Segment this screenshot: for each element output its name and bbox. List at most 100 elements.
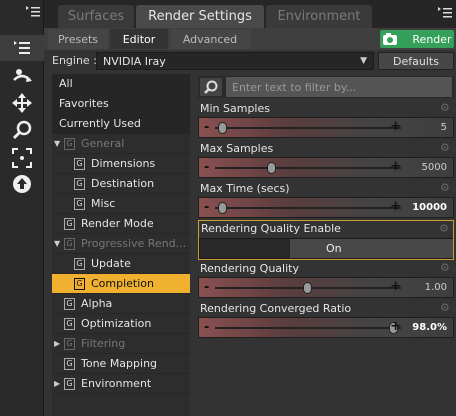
rotate-tool-icon[interactable] (10, 64, 34, 88)
max-samples-slider[interactable]: - + 5000 (198, 157, 454, 178)
tree-item[interactable]: ▼ G General (52, 134, 190, 154)
group-icon: G (64, 217, 75, 230)
engine-row: Engine : NVIDIA Iray ▼ Defaults (44, 50, 456, 72)
tab-editor[interactable]: Editor (110, 29, 168, 49)
increment-icon[interactable]: + (390, 119, 401, 134)
filter-input[interactable] (226, 77, 452, 97)
tab-environment[interactable]: Environment (266, 5, 372, 28)
camera-icon (383, 33, 398, 45)
tree-item[interactable]: G Dimensions (52, 154, 190, 174)
render-button-label: Render (412, 32, 452, 46)
expand-arrow-icon[interactable]: ▼ (54, 139, 64, 148)
max-time-slider[interactable]: - + 10000 (198, 197, 454, 218)
toolbar-menu-icon[interactable] (26, 6, 40, 18)
tree-item[interactable]: ▶ G Filtering (52, 334, 190, 354)
panel-menu-icon[interactable] (438, 7, 452, 22)
gear-icon[interactable]: ⚙ (440, 141, 452, 154)
tree-item-label: General (81, 137, 125, 150)
slider-value[interactable]: 5000 (422, 162, 447, 173)
toggle-on-state[interactable]: On (290, 239, 453, 258)
tree-item[interactable]: G Destination (52, 174, 190, 194)
tree-item-label: Destination (91, 177, 155, 190)
group-icon: G (64, 377, 75, 390)
increment-icon[interactable]: + (390, 199, 401, 214)
tree-item[interactable]: Favorites (52, 94, 190, 114)
decrement-icon[interactable]: - (204, 200, 209, 215)
slider-track (215, 327, 401, 329)
tab-advanced[interactable]: Advanced (170, 29, 250, 49)
slider-value[interactable]: 5 (441, 122, 447, 133)
gear-icon[interactable]: ⚙ (440, 101, 452, 114)
defaults-button[interactable]: Defaults (378, 52, 454, 70)
collapse-arrow-icon[interactable]: ▶ (54, 339, 64, 348)
tree-item[interactable]: G Completion (52, 274, 190, 294)
min-samples-slider[interactable]: - + 5 (198, 117, 454, 138)
group-icon: G (74, 177, 85, 190)
slider-knob[interactable] (267, 162, 276, 174)
panel-list-icon[interactable] (10, 36, 34, 60)
gear-icon[interactable]: ⚙ (440, 301, 452, 314)
property-list: Min Samples ⚙ - + 5 Max Samples ⚙ - + (196, 74, 454, 416)
converged-ratio-slider[interactable]: - + 98.0% (198, 317, 454, 338)
prop-quality-enable: Rendering Quality Enable ⚙ On (198, 220, 454, 260)
tree-item-label: Environment (81, 377, 152, 390)
increment-icon[interactable]: + (390, 319, 401, 334)
slider-knob[interactable] (218, 202, 228, 214)
tree-item[interactable]: G Tone Mapping (52, 354, 190, 374)
tab-presets[interactable]: Presets (48, 29, 108, 49)
collapse-arrow-icon[interactable]: ▶ (54, 379, 64, 388)
tab-surfaces[interactable]: Surfaces (58, 5, 134, 28)
zoom-tool-icon[interactable] (10, 118, 34, 142)
upload-arrow-icon[interactable] (10, 172, 34, 196)
increment-icon[interactable]: + (390, 159, 401, 174)
tree-item[interactable]: All (52, 74, 190, 94)
decrement-icon[interactable]: - (204, 320, 209, 335)
tree-item[interactable]: G Optimization (52, 314, 190, 334)
gear-icon[interactable]: ⚙ (439, 222, 451, 235)
tree-item[interactable]: G Misc (52, 194, 190, 214)
render-button[interactable]: Render (380, 30, 454, 48)
slider-knob[interactable] (303, 282, 312, 294)
group-icon: G (64, 297, 75, 310)
engine-value: NVIDIA Iray (103, 54, 166, 68)
prop-label: Max Time (secs) (200, 182, 290, 195)
tree-item[interactable]: Currently Used (52, 114, 190, 134)
quality-slider[interactable]: - + 1.00 (198, 277, 454, 298)
prop-min-samples: Min Samples ⚙ - + 5 (198, 100, 454, 140)
prop-max-time: Max Time (secs) ⚙ - + 10000 (198, 180, 454, 220)
move-tool-icon[interactable] (10, 91, 34, 115)
gear-icon[interactable]: ⚙ (440, 181, 452, 194)
tab-render-settings[interactable]: Render Settings (136, 5, 264, 28)
search-icon[interactable] (200, 78, 222, 96)
tree-item[interactable]: ▼ G Progressive Rend... (52, 234, 190, 254)
slider-value[interactable]: 1.00 (425, 282, 447, 293)
group-icon: G (74, 277, 85, 290)
prop-converged-ratio: Rendering Converged Ratio ⚙ - + 98.0% (198, 300, 454, 340)
top-tab-bar: Surfaces Render Settings Environment (44, 0, 456, 28)
expand-arrow-icon[interactable]: ▼ (54, 239, 64, 248)
gear-icon[interactable]: ⚙ (440, 261, 452, 274)
chevron-down-icon: ▼ (360, 56, 367, 66)
tree-item-label: Update (91, 257, 131, 270)
prop-label: Min Samples (200, 102, 270, 115)
tree-item-label: Misc (91, 197, 116, 210)
prop-label: Rendering Quality (200, 262, 299, 275)
engine-select[interactable]: NVIDIA Iray ▼ (96, 52, 374, 70)
frame-tool-icon[interactable] (10, 146, 34, 170)
tree-item[interactable]: G Alpha (52, 294, 190, 314)
slider-knob[interactable] (218, 122, 228, 134)
tree-item-label: Progressive Rend... (81, 237, 187, 250)
decrement-icon[interactable]: - (204, 120, 209, 135)
tree-item[interactable]: ▶ G Environment (52, 374, 190, 394)
quality-enable-toggle[interactable]: On (199, 238, 453, 259)
slider-value[interactable]: 10000 (412, 202, 447, 213)
slider-value[interactable]: 98.0% (412, 322, 447, 333)
tree-item[interactable]: G Update (52, 254, 190, 274)
prop-label: Rendering Converged Ratio (200, 302, 352, 315)
tree-item-label: Render Mode (81, 217, 154, 230)
decrement-icon[interactable]: - (204, 280, 209, 295)
tree-item[interactable]: G Render Mode (52, 214, 190, 234)
tree-item-label: All (59, 77, 73, 90)
increment-icon[interactable]: + (390, 279, 401, 294)
decrement-icon[interactable]: - (204, 160, 209, 175)
